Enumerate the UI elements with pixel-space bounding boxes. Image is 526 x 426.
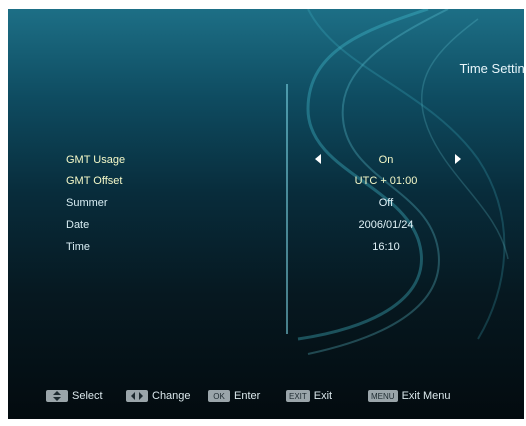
help-enter-label: Enter [234, 390, 261, 402]
help-exit-menu: MENU Exit Menu [368, 389, 450, 403]
divider [286, 84, 288, 334]
gmt-usage-label: GMT Usage [66, 154, 126, 166]
time-value[interactable]: 16:10 [338, 241, 434, 253]
date-label: Date [66, 219, 90, 231]
gmt-offset-label: GMT Offset [66, 175, 123, 187]
tv-screen: Time Setting GMT Usage On GMT Offset UTC… [8, 9, 524, 419]
right-arrow-icon[interactable] [455, 154, 461, 164]
menu-key: MENU [368, 390, 398, 402]
help-select: Select [46, 389, 103, 403]
summer-label: Summer [66, 197, 108, 209]
help-select-label: Select [72, 390, 103, 402]
help-change-label: Change [152, 390, 191, 402]
help-exit: EXIT Exit [286, 389, 332, 403]
exit-key: EXIT [286, 390, 310, 402]
gmt-usage-value[interactable]: On [338, 154, 434, 166]
help-exit-label: Exit [313, 390, 333, 402]
date-value[interactable]: 2006/01/24 [338, 219, 434, 231]
swirl-background-graphic [297, 9, 509, 355]
left-arrow-icon[interactable] [315, 154, 321, 164]
help-change: Change [126, 389, 191, 403]
left-right-arrows-icon [126, 390, 148, 402]
help-exit-menu-label: Exit Menu [401, 390, 451, 402]
up-down-arrows-icon [46, 390, 68, 402]
ok-key: OK [208, 390, 230, 402]
page-title: Time Setting [459, 61, 525, 76]
summer-value[interactable]: Off [338, 197, 434, 209]
gmt-offset-value[interactable]: UTC + 01:00 [338, 175, 434, 187]
help-enter: OK Enter [208, 389, 260, 403]
time-label: Time [66, 241, 91, 253]
